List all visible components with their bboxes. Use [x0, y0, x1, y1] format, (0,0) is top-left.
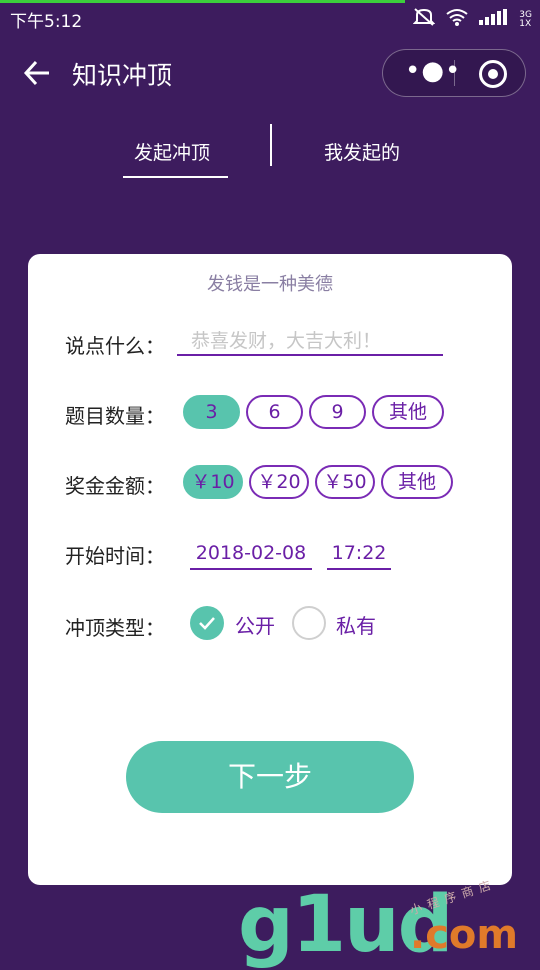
prize-label: 奖金金额：	[65, 474, 165, 498]
status-bar: 下午5:12 3G 1X	[0, 3, 540, 35]
question-count-option-6[interactable]: 6	[246, 395, 303, 429]
form-card: 发钱是一种美德 说点什么： 恭喜发财，大吉大利！ 题目数量： 3 6 9 其他 …	[28, 254, 512, 885]
network-type: 3G 1X	[519, 10, 532, 29]
network-type-sub: 1X	[519, 18, 532, 29]
radio-public-label[interactable]: 公开	[235, 610, 275, 639]
type-label: 冲顶类型：	[65, 616, 165, 640]
status-icons: 3G 1X	[412, 7, 532, 32]
wifi-icon	[445, 8, 469, 31]
mini-program-capsule: •●•	[382, 49, 526, 97]
check-icon	[199, 617, 215, 630]
question-count-option-other[interactable]: 其他	[372, 395, 444, 429]
status-time: 下午5:12	[10, 12, 83, 32]
close-target-icon[interactable]	[479, 60, 507, 88]
date-picker[interactable]: 2018-02-08	[190, 540, 312, 570]
nav-bar: 知识冲顶 •●•	[0, 48, 540, 100]
prize-option-other[interactable]: 其他	[381, 465, 453, 499]
mute-icon	[412, 7, 436, 32]
watermark-suffix: .com	[410, 912, 519, 958]
radio-private-label[interactable]: 私有	[336, 610, 376, 639]
question-count-label: 题目数量：	[65, 404, 165, 428]
question-count-option-3[interactable]: 3	[183, 395, 240, 429]
capsule-divider	[454, 60, 455, 86]
radio-public[interactable]	[190, 606, 224, 640]
tab-start[interactable]: 发起冲顶	[134, 138, 210, 165]
card-motto: 发钱是一种美德	[207, 274, 333, 295]
more-icon[interactable]: •●•	[405, 56, 461, 86]
prize-option-20[interactable]: ￥20	[249, 465, 309, 499]
message-label: 说点什么：	[65, 334, 165, 358]
prize-option-10[interactable]: ￥10	[183, 465, 243, 499]
time-picker[interactable]: 17:22	[327, 540, 391, 570]
tab-divider	[270, 124, 272, 166]
tab-bar: 发起冲顶 我发起的	[0, 124, 540, 180]
radio-private[interactable]	[292, 606, 326, 640]
back-arrow-icon[interactable]	[22, 58, 52, 88]
signal-icon	[479, 9, 509, 30]
next-step-button[interactable]: 下一步	[126, 741, 414, 813]
prize-option-50[interactable]: ￥50	[315, 465, 375, 499]
tab-mine[interactable]: 我发起的	[324, 138, 400, 165]
page-title: 知识冲顶	[72, 61, 173, 90]
question-count-option-9[interactable]: 9	[309, 395, 366, 429]
message-input[interactable]: 恭喜发财，大吉大利！	[177, 328, 443, 356]
watermark: g1ud .com 小程序商店	[238, 876, 538, 970]
start-time-label: 开始时间：	[65, 544, 165, 568]
active-tab-indicator	[123, 176, 228, 178]
